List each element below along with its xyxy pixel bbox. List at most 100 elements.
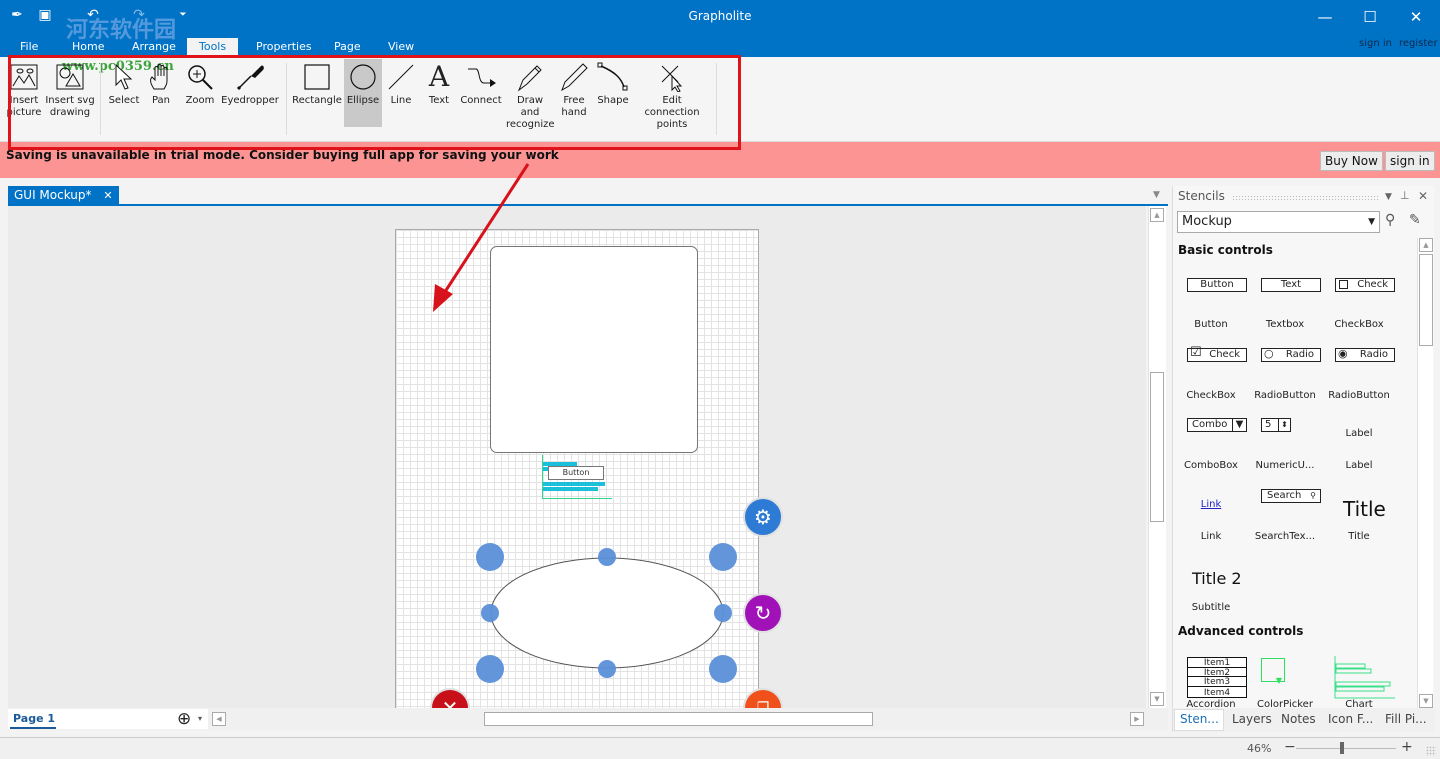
delete-shape-button[interactable]: ✕ — [430, 688, 470, 708]
stencil-preview-checked-checkbox[interactable]: ☑ Check — [1187, 346, 1247, 362]
resize-handle-top[interactable] — [598, 548, 616, 566]
buy-now-button[interactable]: Buy Now — [1320, 151, 1383, 171]
register-link[interactable]: register — [1399, 38, 1438, 49]
minimize-button[interactable]: — — [1302, 6, 1348, 28]
resize-grip[interactable] — [1426, 746, 1436, 756]
scroll-right-button[interactable]: ▶ — [1130, 712, 1144, 726]
tab-list-dropdown-icon[interactable]: ▼ — [1153, 190, 1160, 200]
search-icon[interactable]: ⚲ — [1385, 212, 1395, 228]
shape-tool-button[interactable]: Shape — [596, 59, 630, 127]
panel-tab-stencils[interactable]: Sten... — [1174, 709, 1224, 731]
close-tab-icon[interactable]: ✕ — [103, 189, 112, 202]
scroll-up-button[interactable]: ▲ — [1150, 208, 1164, 222]
horizontal-scroll-thumb[interactable] — [484, 712, 873, 726]
add-page-button[interactable]: ⊕ — [177, 709, 191, 729]
resize-handle-left[interactable] — [481, 604, 499, 622]
insert-picture-button[interactable]: Insert picture — [4, 59, 44, 127]
stencil-preview-colorpicker[interactable]: ▼ — [1261, 658, 1285, 685]
tab-view[interactable]: View — [376, 38, 426, 57]
panel-tab-layers[interactable]: Layers — [1232, 712, 1272, 726]
free-hand-button[interactable]: Free hand — [558, 59, 590, 127]
banner-sign-in-button[interactable]: sign in — [1385, 151, 1435, 171]
stencil-preview-link[interactable]: Link — [1175, 499, 1247, 510]
resize-handle-top-right[interactable] — [709, 543, 737, 571]
ellipse-tool-button[interactable]: Ellipse — [344, 59, 382, 127]
accordion-item: Item1 — [1188, 658, 1246, 668]
stencil-preview-text[interactable]: Text — [1261, 278, 1321, 292]
maximize-button[interactable]: ☐ — [1347, 6, 1393, 28]
resize-handle-bottom-left[interactable] — [476, 655, 504, 683]
tab-tools[interactable]: Tools — [187, 38, 239, 57]
duplicate-shape-button[interactable]: ❐ — [743, 688, 783, 708]
stencils-panel-title: Stencils — [1178, 189, 1225, 203]
stencil-preview-search[interactable]: Search ⚲ — [1261, 489, 1321, 503]
rotate-shape-button[interactable]: ↻ — [743, 593, 783, 633]
panel-tab-icon-font[interactable]: Icon F... — [1328, 712, 1373, 726]
stencil-preview-radio-selected[interactable]: ◉ Radio — [1335, 348, 1395, 362]
stencil-preview-title-2[interactable]: Title 2 — [1192, 569, 1242, 588]
draw-and-recognize-button[interactable]: Draw and recognize — [506, 59, 555, 130]
tab-arrange[interactable]: Arrange — [120, 38, 188, 57]
scroll-left-button[interactable]: ◀ — [212, 712, 226, 726]
spinner-icon: ⬍ — [1278, 419, 1290, 431]
eyedropper-tool-button[interactable]: Eyedropper — [220, 59, 280, 127]
resize-handle-bottom[interactable] — [598, 660, 616, 678]
zoom-slider-thumb[interactable] — [1340, 742, 1344, 754]
stencil-preview-label: Radio — [1285, 349, 1314, 360]
stencil-preview-combobox[interactable]: Combo ▼ — [1187, 418, 1247, 432]
stencil-preview-label-control[interactable]: Label — [1323, 428, 1395, 439]
close-button[interactable]: ✕ — [1393, 6, 1439, 28]
stencil-preview-button[interactable]: Button — [1187, 278, 1247, 292]
pan-tool-button[interactable]: Pan — [145, 59, 177, 127]
add-page-menu-icon[interactable]: ▾ — [198, 714, 202, 723]
sign-in-link[interactable]: sign in — [1359, 38, 1392, 49]
insert-svg-drawing-button[interactable]: Insert svg drawing — [45, 59, 95, 127]
scroll-thumb[interactable] — [1150, 372, 1164, 522]
stencils-scroll-up[interactable]: ▲ — [1419, 238, 1433, 252]
svg-icon — [45, 59, 95, 95]
resize-handle-top-left[interactable] — [476, 543, 504, 571]
tab-file[interactable]: File — [8, 38, 50, 57]
stencil-preview-title[interactable]: Title — [1343, 497, 1386, 521]
resize-handle-right[interactable] — [714, 604, 732, 622]
scroll-down-button[interactable]: ▼ — [1150, 692, 1164, 706]
stencil-preview-numeric[interactable]: 5 ⬍ — [1261, 418, 1291, 432]
zoom-out-button[interactable]: − — [1284, 739, 1296, 755]
tab-page[interactable]: Page — [322, 38, 373, 57]
panel-close-icon[interactable]: ✕ — [1418, 189, 1428, 203]
stencils-scroll-thumb[interactable] — [1419, 254, 1433, 346]
save-icon[interactable]: ▣ — [36, 6, 54, 24]
zoom-tool-button[interactable]: Zoom — [182, 59, 218, 127]
stencils-scroll-down[interactable]: ▼ — [1419, 694, 1433, 708]
panel-drag-grip[interactable] — [1232, 195, 1380, 200]
chart-bar — [1335, 663, 1366, 669]
stencils-scrollbar[interactable]: ▲ ▼ — [1417, 238, 1433, 708]
resize-handle-bottom-right[interactable] — [709, 655, 737, 683]
stencil-preview-accordion[interactable]: Item1 Item2 Item3 Item4 — [1187, 657, 1247, 698]
shape-settings-button[interactable]: ⚙ — [743, 497, 783, 537]
stencil-preview-checkbox[interactable]: Check — [1335, 278, 1395, 292]
zoom-in-button[interactable]: + — [1401, 739, 1413, 755]
zoom-slider-track[interactable] — [1296, 748, 1396, 749]
stencil-preview-radio[interactable]: ○ Radio — [1261, 348, 1321, 362]
edit-pencil-icon[interactable]: ✎ — [1409, 212, 1421, 228]
text-tool-button[interactable]: A Text — [424, 59, 454, 127]
connect-tool-button[interactable]: Connect — [459, 59, 503, 127]
rectangle-tool-button[interactable]: Rectangle — [292, 59, 342, 127]
canvas-vertical-scrollbar[interactable]: ▲ ▼ — [1148, 206, 1166, 708]
document-tab[interactable]: GUI Mockup* ✕ — [8, 186, 119, 205]
select-tool-button[interactable]: Select — [106, 59, 142, 127]
edit-connection-points-button[interactable]: Edit connection points — [634, 59, 710, 130]
panel-menu-icon[interactable]: ▼ — [1385, 192, 1392, 202]
stencil-preview-chart[interactable] — [1333, 656, 1397, 700]
tab-home[interactable]: Home — [60, 38, 116, 57]
panel-tab-fill-picker[interactable]: Fill Pi... — [1385, 712, 1427, 726]
pin-icon[interactable]: ⊥ — [1400, 189, 1410, 202]
chart-and-button-shape[interactable]: Button — [542, 455, 612, 499]
panel-tab-notes[interactable]: Notes — [1281, 712, 1316, 726]
customize-toolbar-icon[interactable]: ⏷ — [174, 6, 192, 24]
tab-properties[interactable]: Properties — [244, 38, 324, 57]
stencil-set-select[interactable]: Mockup ▼ — [1177, 211, 1380, 233]
line-tool-button[interactable]: Line — [386, 59, 416, 127]
tool-label: Insert picture — [6, 95, 42, 118]
